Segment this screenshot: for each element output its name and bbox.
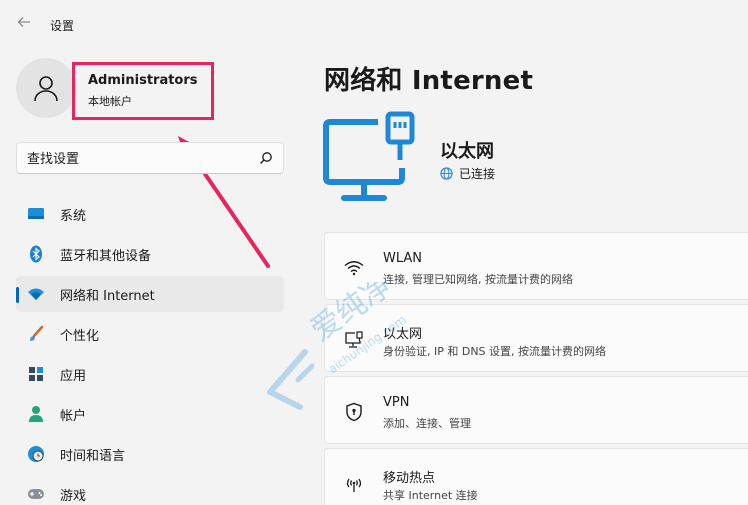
hotspot-icon (343, 473, 365, 495)
search-box[interactable] (16, 142, 284, 174)
brush-icon (26, 324, 46, 344)
search-input[interactable] (27, 149, 247, 169)
sidebar-item-label: 系统 (60, 208, 87, 224)
card-subtitle: 添加、连接、管理 (383, 417, 471, 430)
network-settings-list: WLAN 连接, 管理已知网络, 按流量计费的网络 以太网 身份验证, IP 和… (324, 232, 748, 505)
gamepad-icon (26, 484, 46, 504)
hotspot-card[interactable]: 移动热点 共享 Internet 连接 (324, 448, 748, 505)
account-icon (26, 404, 46, 424)
card-title: 移动热点 (383, 471, 436, 486)
card-subtitle: 身份验证, IP 和 DNS 设置, 按流量计费的网络 (383, 345, 607, 358)
sidebar-item-personalization[interactable]: 个性化 (16, 316, 284, 352)
sidebar-item-system[interactable]: 系统 (16, 196, 284, 232)
globe-icon (440, 167, 453, 180)
ethernet-card[interactable]: 以太网 身份验证, IP 和 DNS 设置, 按流量计费的网络 (324, 304, 748, 372)
status-text: 已连接 (459, 167, 496, 181)
sidebar-item-label: 蓝牙和其他设备 (60, 248, 152, 264)
sidebar-item-label: 帐户 (60, 408, 87, 424)
title-bar: 设置 (0, 0, 748, 48)
search-icon[interactable] (259, 151, 273, 165)
account-type: 本地帐户 (88, 95, 132, 108)
ethernet-hero-icon (323, 111, 415, 201)
sidebar-item-network[interactable]: 网络和 Internet (16, 276, 284, 312)
app-title: 设置 (50, 19, 75, 33)
sidebar-item-bluetooth[interactable]: 蓝牙和其他设备 (16, 236, 284, 272)
sidebar-item-accounts[interactable]: 帐户 (16, 396, 284, 432)
user-name: Administrators (88, 73, 198, 88)
sidebar-item-label: 时间和语言 (60, 448, 126, 464)
back-button[interactable] (14, 14, 34, 34)
page-title: 网络和 Internet (324, 66, 534, 96)
ethernet-name: 以太网 (440, 141, 494, 162)
sidebar-item-apps[interactable]: 应用 (16, 356, 284, 392)
sidebar-nav: 系统 蓝牙和其他设备 网络和 Internet 个性化 应用 帐户 时间和语言 … (16, 196, 284, 505)
card-subtitle: 共享 Internet 连接 (383, 489, 478, 502)
vpn-shield-icon (343, 401, 365, 423)
avatar (16, 58, 76, 118)
back-arrow-icon (17, 17, 30, 27)
globe-clock-icon (26, 444, 46, 464)
card-subtitle: 连接, 管理已知网络, 按流量计费的网络 (383, 273, 573, 286)
sidebar-item-gaming[interactable]: 游戏 (16, 476, 284, 505)
sidebar-item-label: 游戏 (60, 488, 87, 504)
apps-icon (26, 364, 46, 384)
wifi-icon (343, 257, 365, 279)
sidebar-item-time-language[interactable]: 时间和语言 (16, 436, 284, 472)
card-title: 以太网 (383, 327, 423, 342)
user-icon (34, 76, 58, 102)
system-icon (26, 204, 46, 224)
card-title: VPN (383, 395, 410, 410)
connection-status: 已连接 (440, 165, 495, 182)
sidebar-item-label: 个性化 (60, 328, 100, 344)
highlight-box (72, 62, 214, 120)
sidebar-item-label: 网络和 Internet (60, 288, 155, 304)
ethernet-icon (343, 329, 365, 351)
card-title: WLAN (383, 251, 423, 266)
sidebar-item-label: 应用 (60, 368, 87, 384)
wlan-card[interactable]: WLAN 连接, 管理已知网络, 按流量计费的网络 (324, 232, 748, 300)
bluetooth-icon (26, 244, 46, 264)
user-profile[interactable]: Administrators 本地帐户 (16, 58, 286, 122)
wifi-network-icon (26, 284, 46, 304)
vpn-card[interactable]: VPN 添加、连接、管理 (324, 376, 748, 444)
